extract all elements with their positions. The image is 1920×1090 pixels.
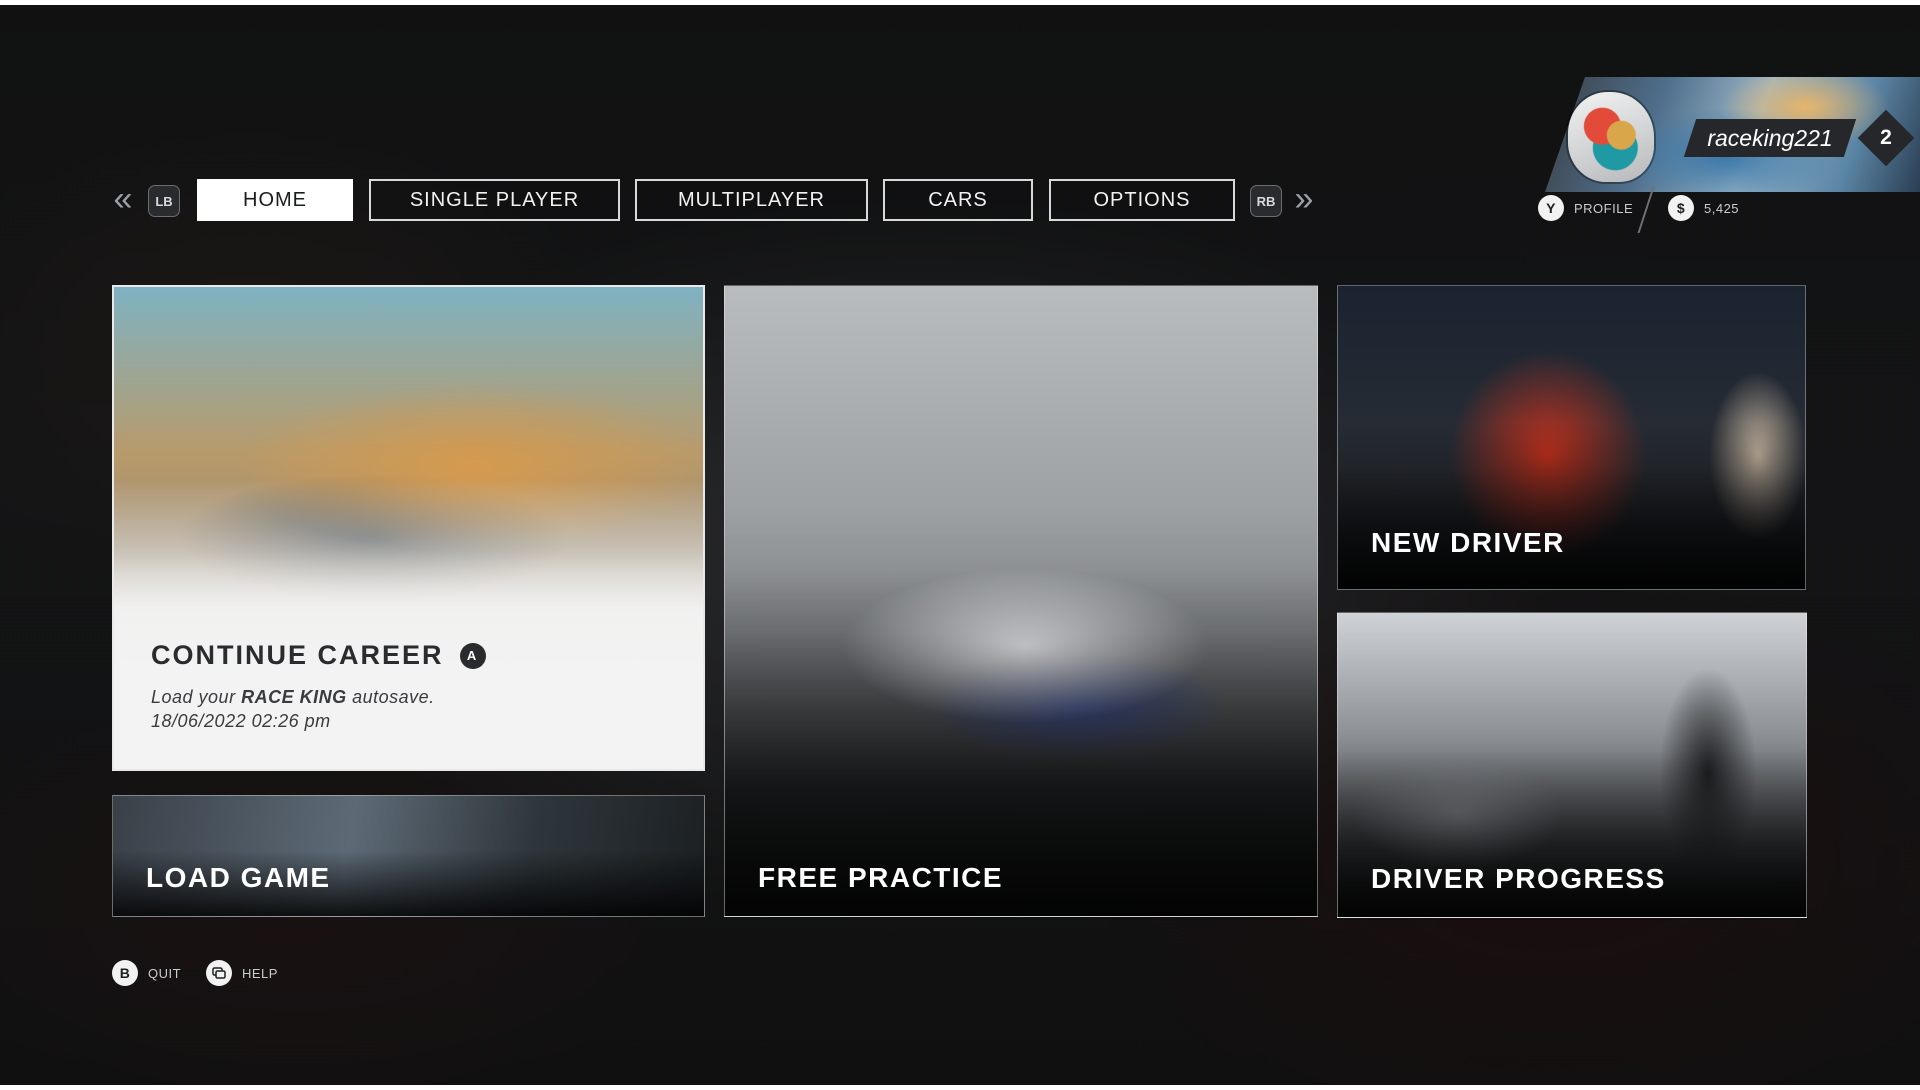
- currency-display: $ 5,425: [1668, 195, 1739, 221]
- help-label: HELP: [242, 965, 278, 981]
- continue-career-label: CONTINUE CAREER: [151, 640, 444, 670]
- right-bumper-hint[interactable]: RB: [1250, 185, 1282, 217]
- tab-multiplayer[interactable]: MULTIPLAYER: [635, 179, 868, 221]
- profile-divider: [1637, 187, 1655, 233]
- view-icon: [212, 967, 226, 979]
- quit-hint[interactable]: B QUIT: [112, 960, 181, 986]
- tab-cars[interactable]: CARS: [883, 179, 1033, 221]
- continue-career-tile[interactable]: CONTINUE CAREER A Load your RACE KING au…: [112, 285, 705, 771]
- driver-progress-label: DRIVER PROGRESS: [1371, 863, 1666, 894]
- username-plate: raceking221: [1683, 119, 1857, 157]
- tab-single-player[interactable]: SINGLE PLAYER: [369, 179, 620, 221]
- continue-career-description: Load your RACE KING autosave. 18/06/2022…: [151, 685, 435, 733]
- currency-icon: $: [1668, 195, 1694, 221]
- main-menu-screen: « LB HOME SINGLE PLAYER MULTIPLAYER CARS…: [0, 5, 1920, 1085]
- tab-home[interactable]: HOME: [197, 179, 353, 221]
- career-timestamp: 18/06/2022 02:26 pm: [151, 711, 331, 731]
- new-driver-tile[interactable]: NEW DRIVER: [1337, 285, 1806, 590]
- tile-scrim: [1338, 422, 1805, 589]
- new-driver-label: NEW DRIVER: [1371, 527, 1565, 558]
- driver-progress-tile[interactable]: DRIVER PROGRESS: [1337, 612, 1807, 918]
- load-game-tile[interactable]: LOAD GAME: [112, 795, 705, 917]
- career-sub-suffix: autosave.: [352, 687, 435, 707]
- level-number: 2: [1880, 126, 1892, 149]
- a-button-icon: A: [459, 642, 486, 669]
- quit-label: QUIT: [148, 965, 182, 981]
- career-save-name: RACE KING: [241, 687, 347, 707]
- free-practice-tile[interactable]: FREE PRACTICE: [724, 285, 1318, 917]
- free-practice-label: FREE PRACTICE: [758, 862, 1004, 893]
- chevron-right-double-icon[interactable]: »: [1291, 182, 1317, 216]
- load-game-label: LOAD GAME: [146, 862, 331, 893]
- profile-hint[interactable]: Y PROFILE: [1538, 195, 1633, 221]
- helmet-avatar[interactable]: [1568, 92, 1654, 182]
- username: raceking221: [1707, 125, 1833, 151]
- profile-label: PROFILE: [1574, 200, 1634, 216]
- left-bumper-hint[interactable]: LB: [148, 185, 180, 217]
- y-button-icon: Y: [1538, 195, 1564, 221]
- help-hint[interactable]: HELP: [206, 960, 278, 986]
- continue-career-title: CONTINUE CAREER A: [151, 640, 486, 671]
- view-button-icon: [206, 960, 232, 986]
- currency-amount: 5,425: [1704, 200, 1740, 216]
- chevron-left-double-icon[interactable]: «: [110, 182, 136, 216]
- career-sub-prefix: Load your: [151, 687, 236, 707]
- tab-options[interactable]: OPTIONS: [1049, 179, 1235, 221]
- b-button-icon: B: [112, 960, 138, 986]
